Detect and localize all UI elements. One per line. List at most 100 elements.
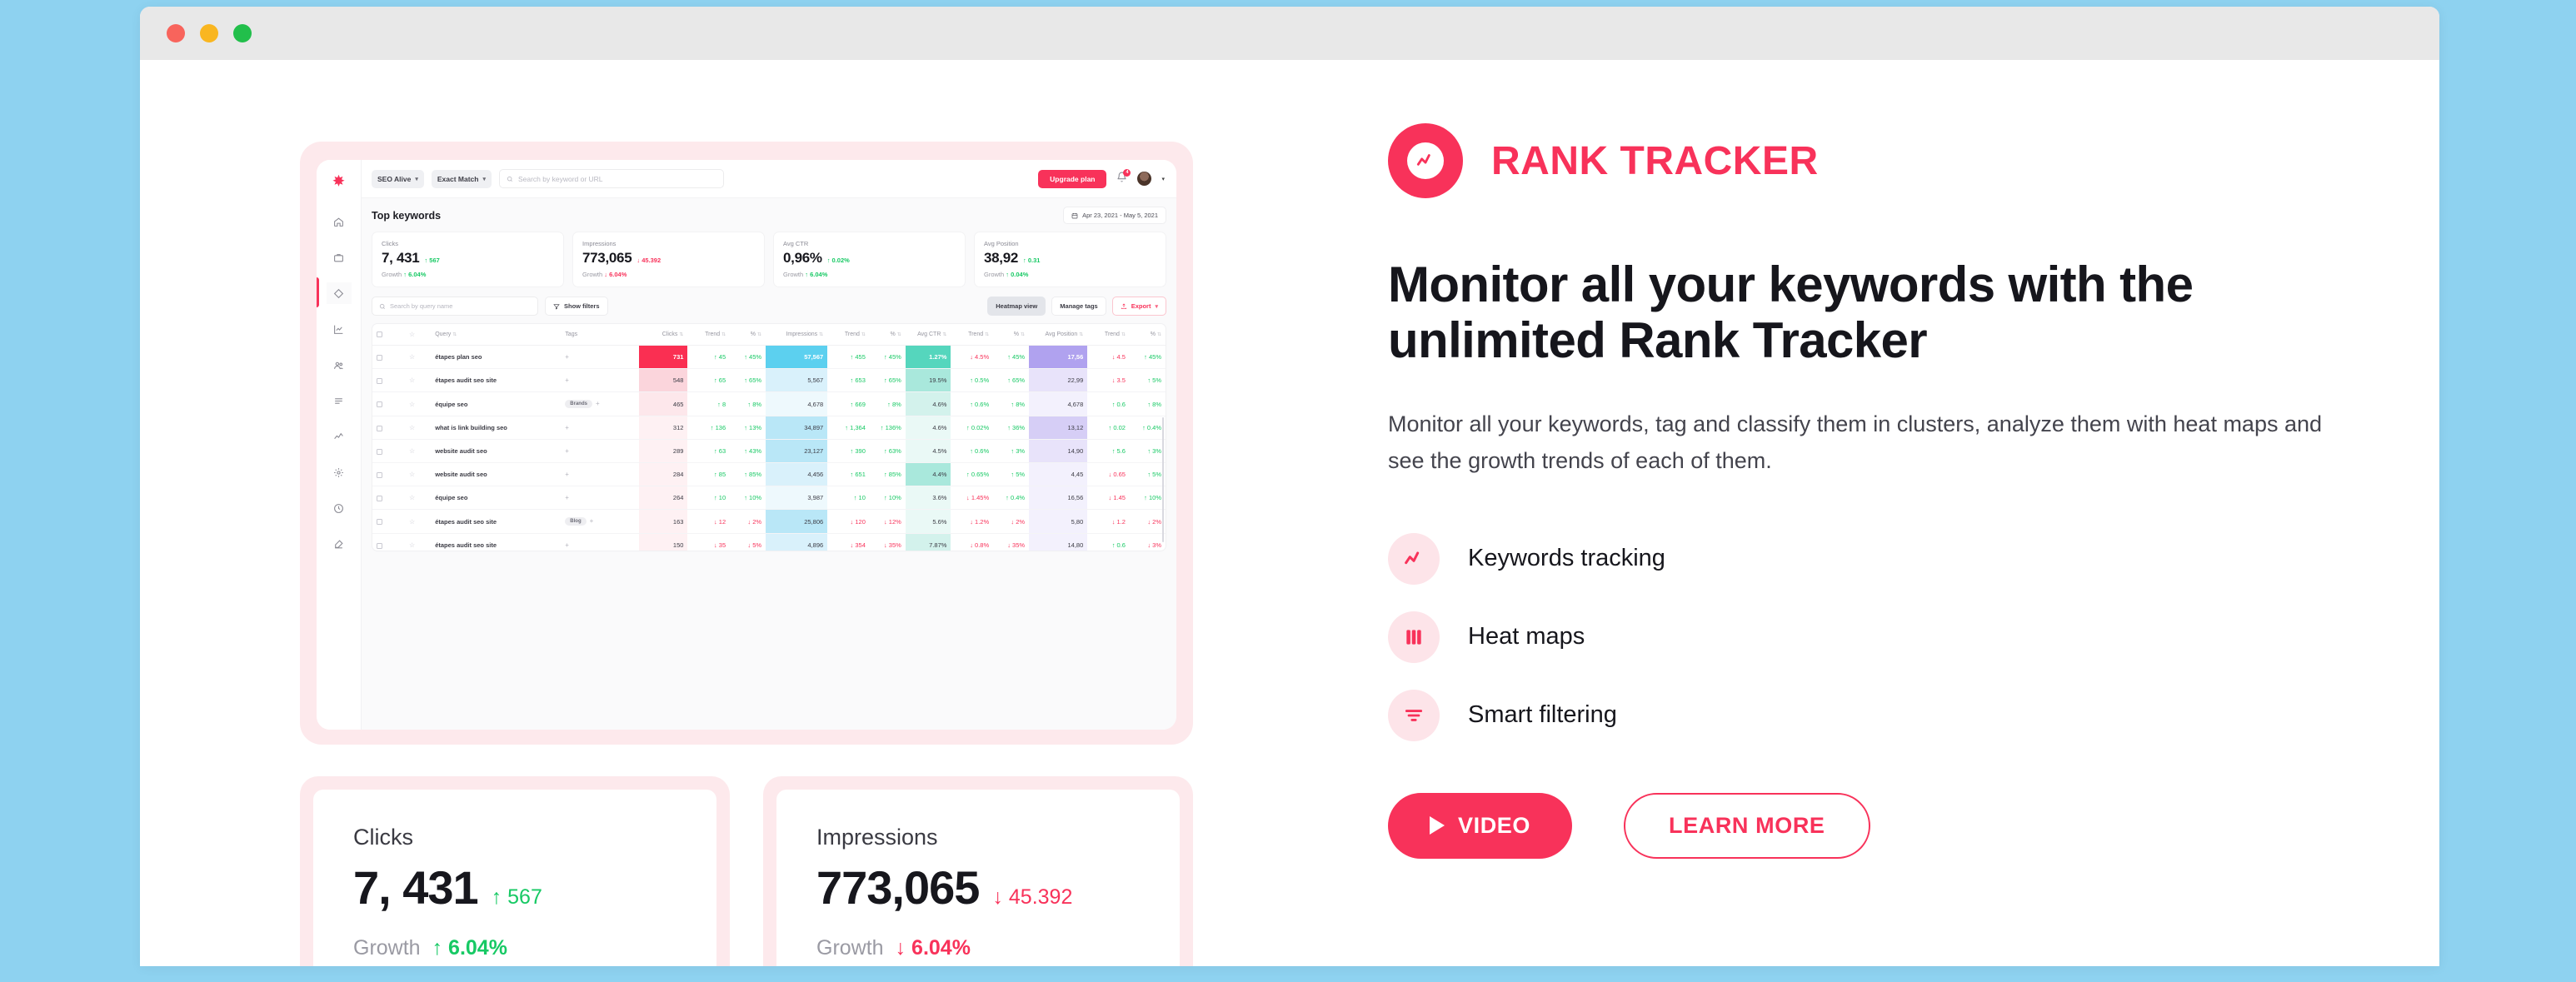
heatmap-view-button[interactable]: Heatmap view xyxy=(987,297,1046,316)
sidebar-item-settings[interactable] xyxy=(327,461,352,483)
column-header---13[interactable]: % ⇅ xyxy=(1129,324,1166,346)
row-checkbox[interactable] xyxy=(372,416,406,441)
row-tags[interactable]: + xyxy=(561,486,639,511)
logo-icon[interactable] xyxy=(327,170,352,192)
row-favorite-icon[interactable]: ☆ xyxy=(405,509,432,535)
date-range-picker[interactable]: Apr 23, 2021 - May 5, 2021 xyxy=(1063,207,1166,224)
query-search-input[interactable]: Search by query name xyxy=(372,297,538,316)
select-all-checkbox[interactable] xyxy=(372,324,406,346)
table-row[interactable]: ☆ équipe seo +264 ↑ 10 ↑ 10% 3,987 ↑ 10 ↑ 10% 3.… xyxy=(372,486,1166,511)
row-tags[interactable]: + xyxy=(561,439,639,464)
column-header-tags-1[interactable]: Tags xyxy=(561,324,639,346)
row-checkbox[interactable] xyxy=(372,509,406,535)
sidebar-item-projects[interactable] xyxy=(327,247,352,268)
table-row[interactable]: ☆ étapes plan seo +731 ↑ 45 ↑ 45% 57,567 ↑ 455… xyxy=(372,345,1166,369)
row-favorite-icon[interactable]: ☆ xyxy=(405,462,432,487)
stat-card-value-row: 7, 431 ↑ 567 xyxy=(353,860,676,915)
row-checkbox[interactable] xyxy=(372,486,406,511)
column-header-query-0[interactable]: Query ⇅ xyxy=(431,324,562,346)
row-checkbox[interactable] xyxy=(372,345,406,369)
export-button[interactable]: Export ▾ xyxy=(1111,297,1166,316)
row-favorite-icon[interactable]: ☆ xyxy=(405,533,432,551)
row-query[interactable]: website audit seo xyxy=(431,439,562,464)
table-row[interactable]: ☆ website audit seo +284 ↑ 85 ↑ 85% 4,456 ↑ 65… xyxy=(372,462,1166,487)
table-row[interactable]: ☆ étapes audit seo site +150 ↓ 35 ↓ 5% 4,896 ↓… xyxy=(372,533,1166,551)
table-scrollbar[interactable] xyxy=(1162,417,1164,542)
row-checkbox[interactable] xyxy=(372,391,406,417)
keyword-search-input[interactable]: Search by keyword or URL xyxy=(498,169,724,188)
row-checkbox[interactable] xyxy=(372,368,406,392)
sidebar-item-rank-tracker[interactable] xyxy=(317,277,352,307)
project-select[interactable]: SEO Alive ▾ xyxy=(372,169,424,188)
sidebar-item-reports[interactable] xyxy=(327,390,352,411)
row-favorite-icon[interactable]: ☆ xyxy=(405,368,432,392)
row-tags[interactable]: Brands + xyxy=(561,391,639,417)
row-tags[interactable]: + xyxy=(561,368,639,392)
window-minimize-button[interactable] xyxy=(200,24,218,42)
learn-more-button[interactable]: LEARN MORE xyxy=(1624,792,1870,859)
column-header-clicks-2[interactable]: Clicks ⇅ xyxy=(638,324,688,346)
table-row[interactable]: ☆ équipe seo Brands +465 ↑ 8 ↑ 8% 4,678 ↑ 669 ↑ … xyxy=(372,391,1166,417)
row-favorite-icon[interactable]: ☆ xyxy=(405,391,432,417)
column-header-avg-ctr-8[interactable]: Avg CTR ⇅ xyxy=(905,324,951,346)
window-close-button[interactable] xyxy=(167,24,185,42)
row-query[interactable]: what is link building seo xyxy=(431,416,562,441)
row-tags[interactable]: + xyxy=(561,462,639,487)
sidebar-item-edit[interactable] xyxy=(327,533,352,555)
table-row[interactable]: ☆ étapes audit seo site Blog +163 ↓ 12 ↓ 2% 25… xyxy=(372,509,1166,535)
chevron-down-icon[interactable]: ▾ xyxy=(1161,176,1165,182)
row-favorite-icon[interactable]: ☆ xyxy=(405,439,432,464)
video-button[interactable]: VIDEO xyxy=(1388,792,1573,859)
row-impressions-trend: ↑ 651 xyxy=(827,462,870,487)
row-query[interactable]: website audit seo xyxy=(431,462,562,487)
row-favorite-icon[interactable]: ☆ xyxy=(405,416,432,441)
column-header-impressions-5[interactable]: Impressions ⇅ xyxy=(766,324,828,346)
row-avg-position-pct: ↑ 5% xyxy=(1129,462,1166,487)
column-header---7[interactable]: % ⇅ xyxy=(869,324,906,346)
row-query[interactable]: étapes audit seo site xyxy=(431,509,562,535)
search-icon xyxy=(507,176,512,182)
column-header---10[interactable]: % ⇅ xyxy=(993,324,1030,346)
column-header---4[interactable]: % ⇅ xyxy=(730,324,766,346)
row-favorite-icon[interactable]: ☆ xyxy=(405,486,432,511)
manage-tags-button[interactable]: Manage tags xyxy=(1051,297,1106,316)
row-checkbox[interactable] xyxy=(372,533,406,551)
sidebar-item-history[interactable] xyxy=(327,497,352,519)
row-query[interactable]: équipe seo xyxy=(431,391,562,417)
column-header-avg-position-11[interactable]: Avg Position ⇅ xyxy=(1029,324,1088,346)
table-row[interactable]: ☆ website audit seo +289 ↑ 63 ↑ 43% 23,127 ↑ 3… xyxy=(372,439,1166,464)
row-query[interactable]: étapes audit seo site xyxy=(431,368,562,392)
sidebar-item-home[interactable] xyxy=(327,211,352,232)
table-row[interactable]: ☆ étapes audit seo site +548 ↑ 65 ↑ 65% 5,567… xyxy=(372,368,1166,392)
notifications-button[interactable]: 4 xyxy=(1116,168,1131,187)
row-avg-position: 16,56 xyxy=(1029,486,1088,511)
sidebar-item-team[interactable] xyxy=(327,354,352,376)
line-chart-icon xyxy=(1416,154,1430,166)
window-maximize-button[interactable] xyxy=(233,24,252,42)
brand-row: RANK TRACKER xyxy=(1388,123,2339,198)
upgrade-plan-button[interactable]: Upgrade plan xyxy=(1038,169,1107,188)
row-tags[interactable]: + xyxy=(561,533,639,551)
kpi-delta: ↑ 0.31 xyxy=(1023,257,1041,264)
row-tags[interactable]: + xyxy=(561,416,639,441)
show-filters-button[interactable]: Show filters xyxy=(545,297,608,316)
row-query[interactable]: étapes audit seo site xyxy=(431,533,562,551)
table-row[interactable]: ☆ what is link building seo +312 ↑ 136 ↑ 13%… xyxy=(372,416,1166,441)
row-tags[interactable]: Blog + xyxy=(561,509,639,535)
sidebar-item-analytics[interactable] xyxy=(327,318,352,340)
row-query[interactable]: équipe seo xyxy=(431,486,562,511)
column-header-trend-9[interactable]: Trend ⇅ xyxy=(951,324,994,346)
avatar[interactable] xyxy=(1137,172,1152,186)
match-type-select[interactable]: Exact Match ▾ xyxy=(431,169,492,188)
row-favorite-icon[interactable]: ☆ xyxy=(405,345,432,369)
sidebar-item-trends[interactable] xyxy=(327,426,352,447)
row-checkbox[interactable] xyxy=(372,462,406,487)
column-header-trend-6[interactable]: Trend ⇅ xyxy=(827,324,870,346)
column-header-trend-12[interactable]: Trend ⇅ xyxy=(1087,324,1130,346)
row-checkbox[interactable] xyxy=(372,439,406,464)
row-avg-position-pct: ↑ 0.4% xyxy=(1129,416,1166,441)
row-tags[interactable]: + xyxy=(561,345,639,369)
row-query[interactable]: étapes plan seo xyxy=(431,345,562,369)
keywords-table-body: ☆ étapes plan seo +731 ↑ 45 ↑ 45% 57,567 ↑ 455… xyxy=(372,345,1166,551)
column-header-trend-3[interactable]: Trend ⇅ xyxy=(687,324,731,346)
